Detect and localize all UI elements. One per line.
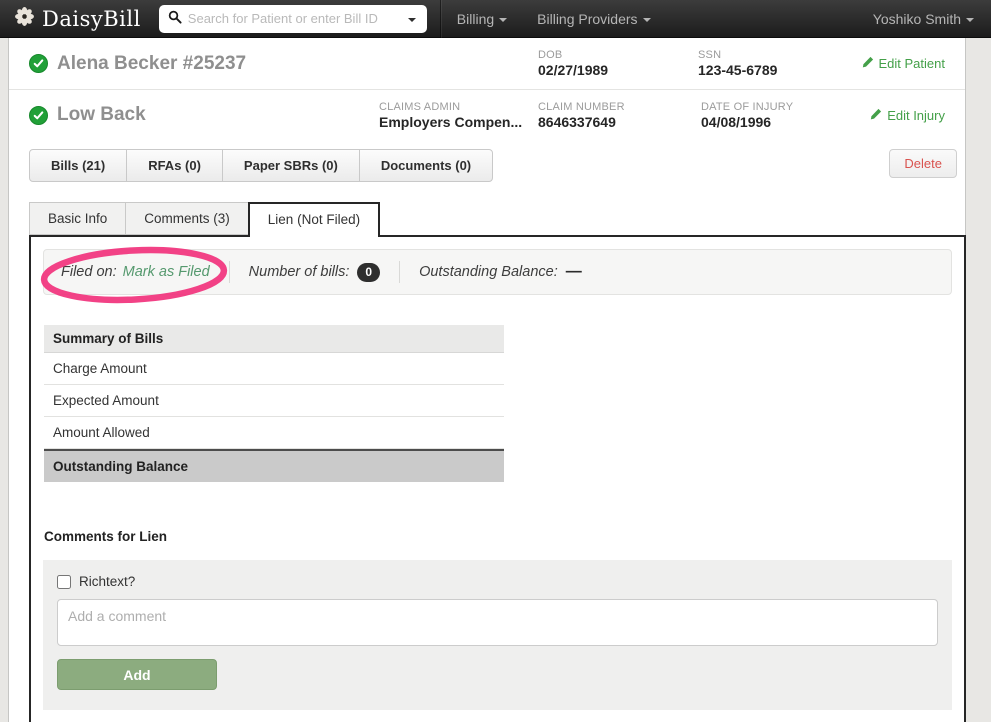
outstanding-balance-value: — — [565, 263, 582, 280]
rfas-button[interactable]: RFAs (0) — [126, 149, 223, 182]
table-row: Expected Amount — [44, 385, 504, 417]
detail-tabs: Basic Info Comments (3) Lien (Not Filed) — [29, 202, 965, 237]
injury-name-label: Low Back — [57, 104, 146, 125]
filed-on-label: Filed on: — [61, 264, 117, 280]
resource-button-row: Bills (21) RFAs (0) Paper SBRs (0) Docum… — [9, 140, 965, 186]
daisy-flower-icon — [14, 6, 35, 32]
comment-form: Richtext? Add — [43, 560, 952, 710]
edit-patient-button[interactable]: Edit Patient — [862, 56, 952, 71]
patient-dob-field: DOB 02/27/1989 — [538, 49, 609, 78]
green-check-circle-icon — [29, 105, 48, 125]
bills-count-badge: 0 — [357, 262, 381, 282]
pencil-icon — [862, 56, 874, 71]
top-navbar: DaisyBill Billing Billing Providers Yosh… — [0, 0, 991, 38]
outstanding-balance-label: Outstanding Balance: — [419, 264, 558, 280]
nav-menu-billing-providers[interactable]: Billing Providers — [522, 11, 665, 27]
page-container: Alena Becker #25237 DOB 02/27/1989 SSN 1… — [8, 38, 966, 722]
status-separator — [399, 261, 401, 283]
search-input[interactable] — [187, 11, 395, 26]
mark-as-filed-link[interactable]: Mark as Filed — [123, 264, 210, 280]
table-row: Amount Allowed — [44, 417, 504, 449]
documents-button[interactable]: Documents (0) — [358, 149, 494, 182]
summary-of-bills-table: Summary of Bills Charge Amount Expected … — [44, 325, 504, 482]
richtext-label: Richtext? — [79, 574, 136, 589]
richtext-toggle[interactable]: Richtext? — [57, 574, 938, 589]
patient-name-label: Alena Becker #25237 — [57, 52, 247, 74]
paper-sbrs-button[interactable]: Paper SBRs (0) — [221, 149, 360, 182]
comment-input[interactable] — [57, 599, 938, 646]
caret-down-icon — [642, 17, 651, 22]
green-check-circle-icon — [29, 54, 48, 73]
patient-header: Alena Becker #25237 DOB 02/27/1989 SSN 1… — [9, 38, 965, 90]
status-separator — [228, 261, 230, 283]
claim-number-field: CLAIM NUMBER 8646337649 — [538, 100, 625, 130]
tab-basic-info[interactable]: Basic Info — [29, 202, 127, 235]
brand-name: DaisyBill — [42, 6, 141, 31]
global-search — [158, 4, 427, 33]
caret-down-icon — [966, 17, 974, 22]
search-scope-dropdown[interactable] — [401, 7, 418, 31]
injury-header: Low Back CLAIMS ADMIN Employers Compen..… — [9, 90, 965, 140]
injury-name: Low Back — [29, 104, 379, 126]
nav-menu-billing[interactable]: Billing — [442, 11, 522, 27]
tab-lien[interactable]: Lien (Not Filed) — [247, 202, 381, 237]
number-of-bills-label: Number of bills: — [248, 264, 350, 280]
tab-comments[interactable]: Comments (3) — [125, 202, 249, 235]
nav-user-menu[interactable]: Yoshiko Smith — [858, 11, 991, 27]
date-of-injury-field: DATE OF INJURY 04/08/1996 — [701, 100, 794, 130]
table-header: Summary of Bills — [44, 325, 504, 353]
brand-logo[interactable]: DaisyBill — [0, 6, 151, 32]
caret-down-icon — [407, 17, 416, 22]
lien-panel: Filed on: Mark as Filed Number of bills:… — [29, 235, 966, 722]
delete-button[interactable]: Delete — [889, 149, 957, 178]
pencil-icon — [870, 108, 882, 123]
bills-button[interactable]: Bills (21) — [29, 149, 128, 182]
comments-for-lien-title: Comments for Lien — [44, 529, 168, 544]
lien-status-bar: Filed on: Mark as Filed Number of bills:… — [40, 246, 952, 304]
add-comment-button[interactable]: Add — [57, 659, 217, 690]
edit-injury-button[interactable]: Edit Injury — [870, 108, 951, 123]
richtext-checkbox[interactable] — [57, 574, 71, 589]
claims-admin-field: CLAIMS ADMIN Employers Compen... — [379, 100, 523, 130]
patient-ssn-field: SSN 123-45-6789 — [698, 49, 778, 78]
table-row: Charge Amount — [44, 353, 504, 385]
table-footer-row: Outstanding Balance — [44, 449, 504, 482]
patient-name: Alena Becker #25237 — [29, 53, 538, 75]
magnifier-icon — [168, 10, 182, 27]
caret-down-icon — [499, 17, 508, 22]
resource-button-group: Bills (21) RFAs (0) Paper SBRs (0) Docum… — [29, 149, 494, 182]
